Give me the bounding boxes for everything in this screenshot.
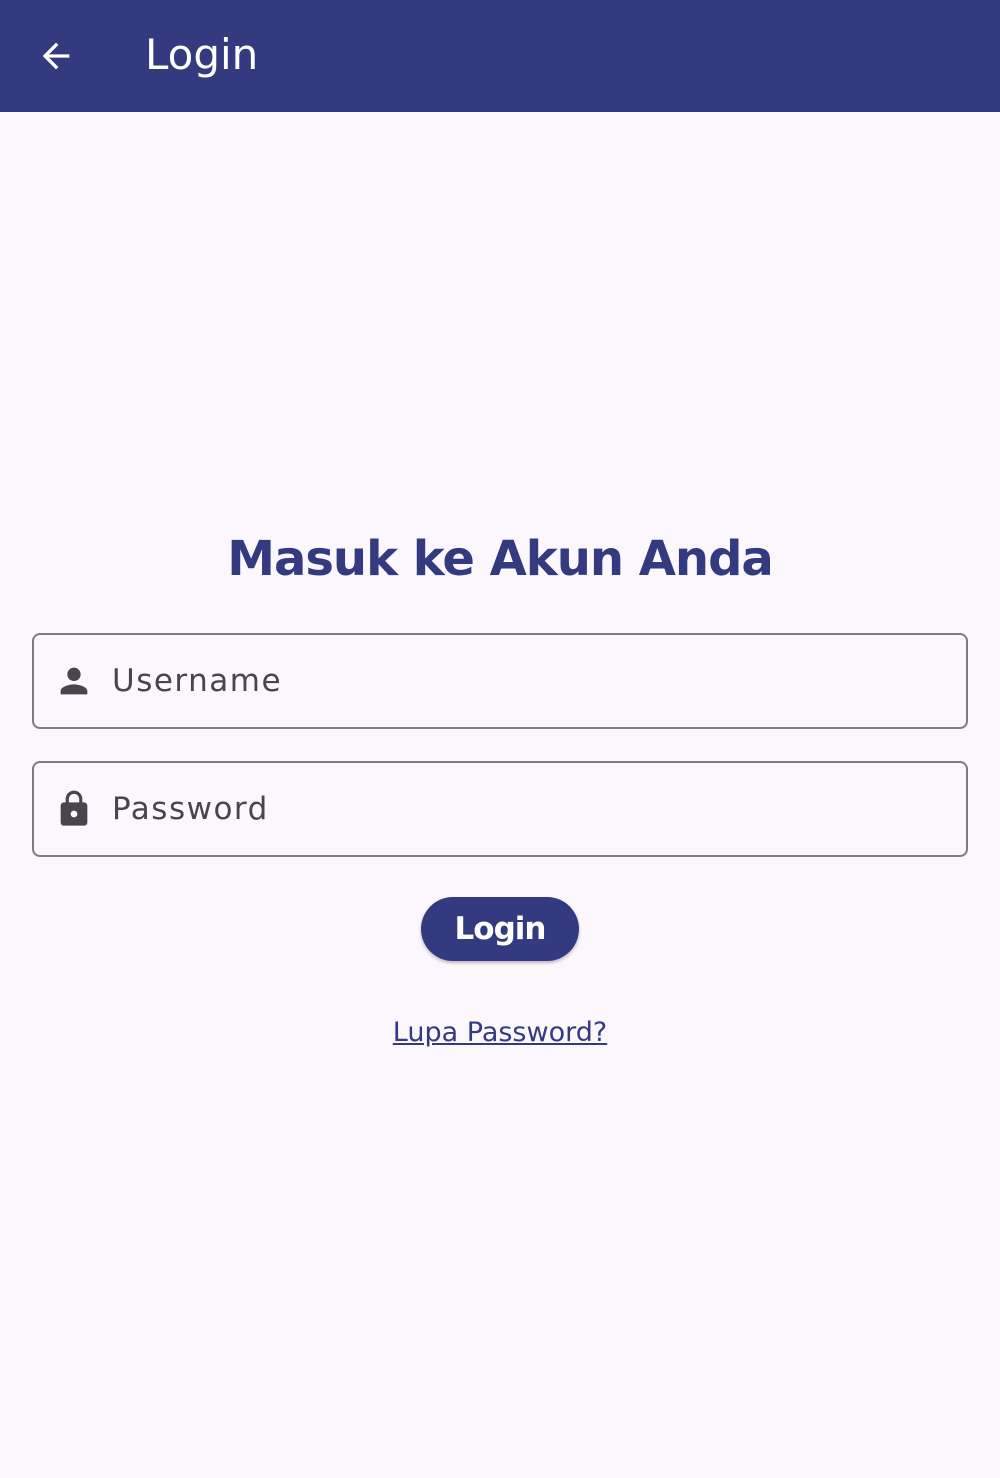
person-icon: [54, 661, 94, 701]
arrow-back-icon: [42, 42, 70, 70]
lock-icon: [54, 789, 94, 829]
forgot-password-link[interactable]: Lupa Password?: [0, 1013, 1000, 1053]
back-button[interactable]: [20, 20, 92, 92]
login-button[interactable]: Login: [421, 897, 579, 961]
app-bar: Login: [0, 0, 1000, 112]
app-bar-title: Login: [145, 30, 259, 79]
username-field[interactable]: [32, 633, 968, 729]
page-heading: Masuk ke Akun Anda: [227, 531, 774, 587]
password-input[interactable]: [112, 763, 952, 855]
username-input[interactable]: [112, 635, 952, 727]
password-field[interactable]: [32, 761, 968, 857]
